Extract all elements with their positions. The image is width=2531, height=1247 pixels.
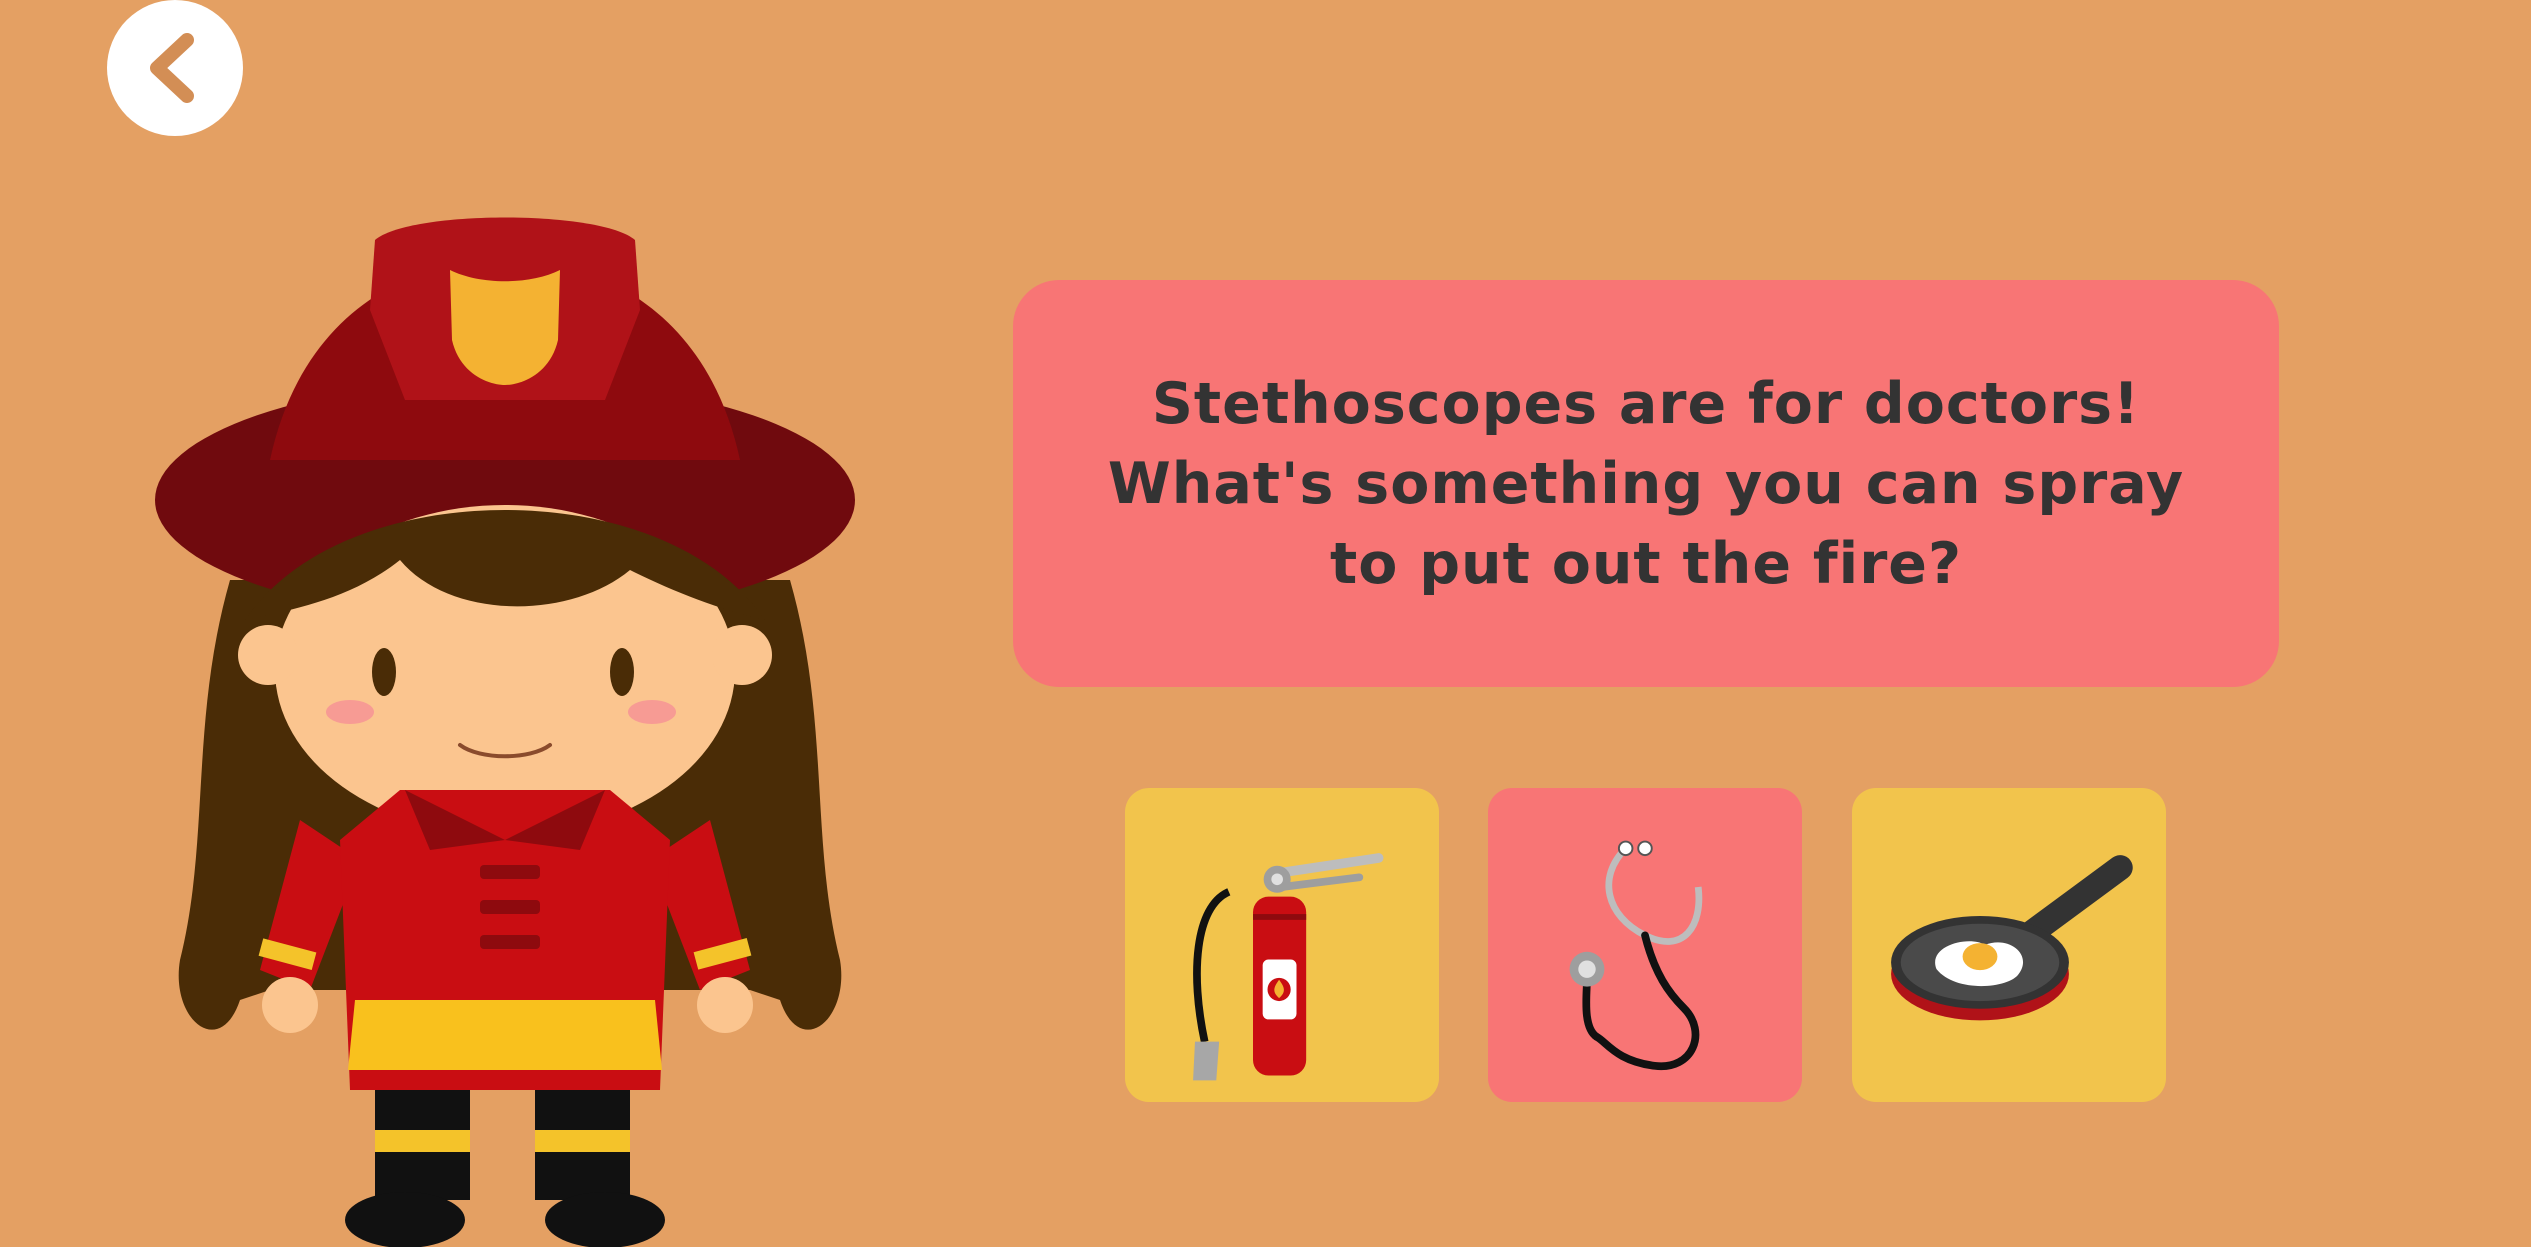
choice-stethoscope[interactable] — [1488, 788, 1802, 1102]
question-bubble: Stethoscopes are for doctors! What's som… — [1013, 280, 2279, 687]
choice-frying-pan[interactable] — [1852, 788, 2166, 1102]
choice-fire-extinguisher[interactable] — [1125, 788, 1439, 1102]
frying-pan-egg-icon — [1891, 855, 2133, 1021]
back-button[interactable] — [107, 0, 243, 136]
stethoscope-icon — [1569, 840, 1703, 1070]
fire-extinguisher-icon — [1193, 853, 1384, 1081]
question-text: Stethoscopes are for doctors! What's som… — [1107, 370, 2185, 597]
chevron-left-icon — [150, 33, 194, 103]
firefighter-girl-icon — [155, 217, 855, 1247]
